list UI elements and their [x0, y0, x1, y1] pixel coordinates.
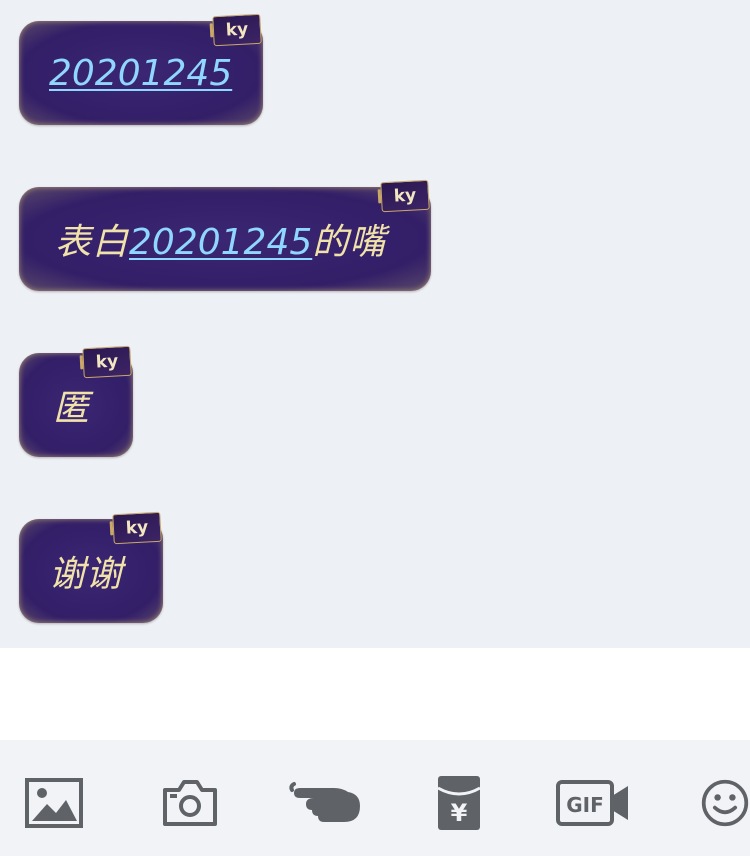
message-bubble[interactable]: 匿 ky [19, 345, 133, 457]
message-bubble[interactable]: 20201245 ky [19, 13, 263, 125]
message-text: 20201245 [49, 53, 232, 94]
ky-badge: ky [380, 179, 430, 213]
message-text: 匿 [53, 388, 91, 429]
message-text: 谢谢 [49, 554, 124, 595]
chat-toolbar [0, 740, 750, 856]
gif-label: GIF [566, 793, 604, 817]
gif-icon[interactable]: GIF [556, 772, 632, 834]
message-text: 表白20201245的嘴 [55, 222, 387, 263]
ky-badge: ky [212, 13, 262, 47]
red-packet-icon[interactable]: ¥ [432, 772, 486, 834]
emoji-icon[interactable] [700, 772, 750, 834]
message-bubble[interactable]: 谢谢 ky [19, 511, 163, 623]
ky-badge: ky [82, 345, 132, 379]
image-icon[interactable] [24, 772, 84, 834]
poke-icon[interactable] [288, 772, 364, 834]
yuan-symbol: ¥ [451, 799, 468, 827]
message-link[interactable]: 20201245 [129, 222, 312, 263]
message-input-area[interactable] [0, 648, 750, 740]
message-link[interactable]: 20201245 [49, 53, 232, 94]
message-bubble[interactable]: 表白20201245的嘴 ky [19, 179, 431, 291]
camera-icon[interactable] [160, 772, 220, 834]
ky-badge: ky [112, 511, 162, 545]
chat-area: 20201245 ky 表白20201245的嘴 ky 匿 ky 谢谢 ky [0, 0, 750, 648]
